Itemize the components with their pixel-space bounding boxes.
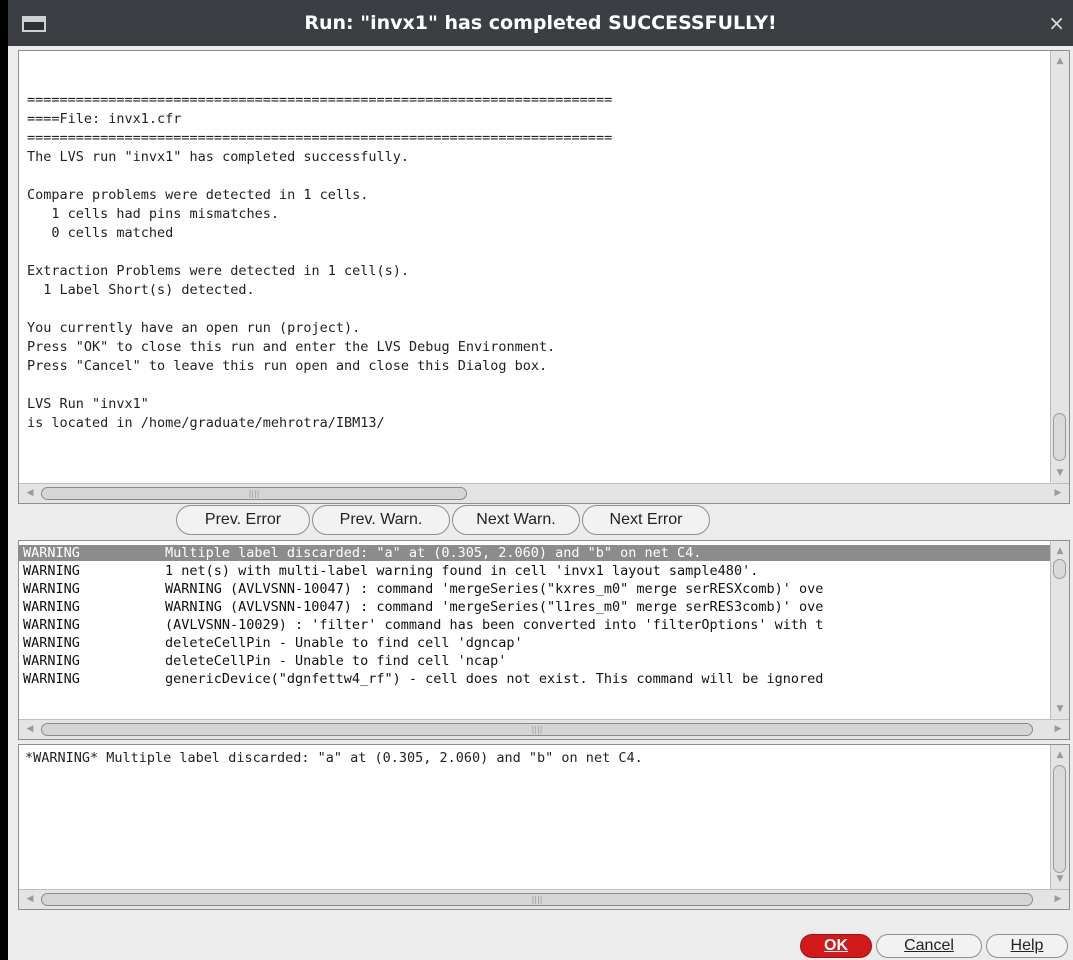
scroll-left-arrow-icon[interactable]: ◀: [21, 891, 39, 907]
report-line: ========================================…: [27, 130, 613, 146]
report-line: Press "OK" to close this run and enter t…: [27, 339, 556, 355]
ok-button[interactable]: OK: [800, 934, 872, 958]
report-line: [27, 300, 612, 319]
message-row[interactable]: WARNING genericDevice("dgnfettw4_rf") - c…: [19, 671, 1050, 687]
scroll-right-arrow-icon[interactable]: ▶: [1049, 721, 1067, 737]
message-text: deleteCellPin - Unable to find cell 'dgn…: [165, 635, 523, 651]
scroll-up-arrow-icon[interactable]: ▲: [1051, 543, 1069, 559]
messages-vertical-scrollbar[interactable]: ▲ ▼: [1050, 541, 1069, 719]
report-line: 0 cells matched: [27, 225, 174, 241]
message-text: Multiple label discarded: "a" at (0.305,…: [165, 545, 702, 561]
next-error-button[interactable]: Next Error: [582, 505, 710, 535]
report-line: is located in /home/graduate/mehrotra/IB…: [27, 415, 385, 431]
message-row[interactable]: WARNING deleteCellPin - Unable to find ce…: [19, 653, 1050, 669]
report-line: [27, 167, 612, 186]
message-severity: WARNING: [23, 545, 80, 561]
next-warn-button[interactable]: Next Warn.: [452, 505, 580, 535]
scroll-right-arrow-icon[interactable]: ▶: [1049, 891, 1067, 907]
dialog-window: Run: "invx1" has completed SUCCESSFULLY!…: [0, 0, 1073, 960]
report-line: Press "Cancel" to leave this run open an…: [27, 358, 548, 374]
scroll-down-arrow-icon[interactable]: ▼: [1051, 871, 1069, 887]
cancel-button-label: Cancel: [904, 937, 954, 954]
message-severity: WARNING: [23, 599, 80, 615]
message-row[interactable]: WARNING 1 net(s) with multi-label warning…: [19, 563, 1050, 579]
report-text: ========================================…: [27, 91, 612, 433]
messages-horizontal-scrollbar[interactable]: ◀ |||| ▶: [19, 719, 1069, 739]
report-line: 1 Label Short(s) detected.: [27, 282, 255, 298]
detail-vertical-scrollbar[interactable]: ▲ ▼: [1050, 745, 1069, 889]
window-edge: [0, 0, 8, 960]
close-icon[interactable]: ×: [1048, 13, 1065, 33]
message-severity: WARNING: [23, 653, 80, 669]
report-line: [27, 243, 612, 262]
message-severity: WARNING: [23, 671, 80, 687]
message-text: (AVLVSNN-10029) : 'filter' command has b…: [165, 617, 824, 633]
detail-horizontal-scrollbar[interactable]: ◀ |||| ▶: [19, 889, 1069, 909]
window-title: Run: "invx1" has completed SUCCESSFULLY!: [304, 12, 777, 34]
message-row[interactable]: WARNING Multiple label discarded: "a" at …: [19, 545, 1050, 561]
message-severity: WARNING: [23, 635, 80, 651]
prev-warn-button[interactable]: Prev. Warn.: [312, 505, 450, 535]
help-button[interactable]: Help: [986, 934, 1068, 958]
report-line: ========================================…: [27, 92, 613, 108]
message-text: WARNING (AVLVSNN-10047) : command 'merge…: [165, 581, 824, 597]
scroll-thumb[interactable]: [1053, 559, 1066, 579]
scroll-thumb[interactable]: [1053, 765, 1066, 873]
message-text: deleteCellPin - Unable to find cell 'nca…: [165, 653, 507, 669]
prev-error-button[interactable]: Prev. Error: [176, 505, 310, 535]
messages-list: WARNING Multiple label discarded: "a" at …: [19, 541, 1069, 719]
message-row[interactable]: WARNING WARNING (AVLVSNN-10047) : command…: [19, 581, 1050, 597]
report-vertical-scrollbar[interactable]: ▲ ▼: [1050, 51, 1069, 483]
message-text: genericDevice("dgnfettw4_rf") - cell doe…: [165, 671, 824, 687]
messages-pane: WARNING Multiple label discarded: "a" at …: [18, 540, 1070, 740]
message-text: WARNING (AVLVSNN-10047) : command 'merge…: [165, 599, 824, 615]
title-bar[interactable]: Run: "invx1" has completed SUCCESSFULLY!…: [8, 0, 1073, 46]
report-line: ====File: invx1.cfr: [27, 111, 182, 127]
report-line: [27, 376, 612, 395]
scroll-down-arrow-icon[interactable]: ▼: [1051, 465, 1069, 481]
scroll-thumb[interactable]: ||||: [41, 723, 1033, 736]
message-row[interactable]: WARNING (AVLVSNN-10029) : 'filter' comman…: [19, 617, 1050, 633]
report-horizontal-scrollbar[interactable]: ◀ |||| ▶: [19, 483, 1069, 503]
report-line: You currently have an open run (project)…: [27, 320, 361, 336]
report-line: Extraction Problems were detected in 1 c…: [27, 263, 410, 279]
detail-pane: *WARNING* Multiple label discarded: "a" …: [18, 744, 1070, 910]
scroll-left-arrow-icon[interactable]: ◀: [21, 485, 39, 501]
report-pane: ========================================…: [18, 50, 1070, 504]
scroll-down-arrow-icon[interactable]: ▼: [1051, 701, 1069, 717]
cancel-button[interactable]: Cancel: [876, 934, 982, 958]
report-line: LVS Run "invx1": [27, 396, 149, 412]
report-line: The LVS run "invx1" has completed succes…: [27, 149, 410, 165]
report-line: Compare problems were detected in 1 cell…: [27, 187, 369, 203]
scroll-thumb[interactable]: ||||: [41, 487, 467, 500]
help-button-label: Help: [1010, 937, 1044, 954]
message-row[interactable]: WARNING deleteCellPin - Unable to find ce…: [19, 635, 1050, 651]
scroll-left-arrow-icon[interactable]: ◀: [21, 721, 39, 737]
message-row[interactable]: WARNING WARNING (AVLVSNN-10047) : command…: [19, 599, 1050, 615]
scroll-right-arrow-icon[interactable]: ▶: [1049, 485, 1067, 501]
message-severity: WARNING: [23, 563, 80, 579]
scroll-up-arrow-icon[interactable]: ▲: [1051, 747, 1069, 763]
ok-button-label: OK: [824, 937, 848, 954]
message-severity: WARNING: [23, 581, 80, 597]
scroll-up-arrow-icon[interactable]: ▲: [1051, 53, 1069, 69]
report-line: 1 cells had pins mismatches.: [27, 206, 279, 222]
detail-text: *WARNING* Multiple label discarded: "a" …: [25, 750, 643, 766]
message-severity: WARNING: [23, 617, 80, 633]
scroll-thumb[interactable]: [1053, 413, 1066, 461]
message-text: 1 net(s) with multi-label warning found …: [165, 563, 759, 579]
scroll-thumb[interactable]: ||||: [41, 893, 1033, 906]
